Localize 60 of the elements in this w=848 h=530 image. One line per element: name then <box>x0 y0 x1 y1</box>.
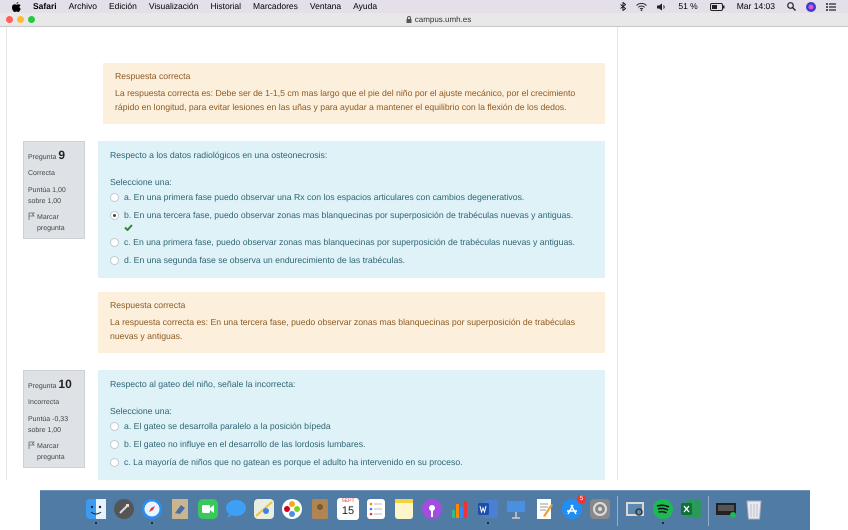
select-instruction: Seleccione una: <box>110 405 173 418</box>
radio-button[interactable] <box>110 256 119 265</box>
word-document-app-icon[interactable] <box>477 498 499 520</box>
notepad-app-icon[interactable] <box>393 498 415 520</box>
bluetooth-icon[interactable] <box>620 2 626 11</box>
video-camera-app-icon[interactable] <box>197 498 219 520</box>
menu-item[interactable]: Ayuda <box>353 0 378 13</box>
radio-button[interactable] <box>110 422 119 431</box>
option-text: d. En una segunda fase se observa un endurecimiento de las trabéculas. <box>124 254 406 267</box>
flag-icon[interactable] <box>28 212 35 220</box>
menu-item[interactable]: Archivo <box>68 0 97 13</box>
lock-icon <box>406 16 412 23</box>
app-store-icon[interactable] <box>561 498 583 520</box>
question-prompt: Respecto al gateo del niño, señale la incorrecta: <box>110 378 296 391</box>
option-text: b. El gateo no influye en el desarrollo de las lordosis lumbares. <box>124 438 366 451</box>
menu-item[interactable]: Ventana <box>310 0 342 13</box>
sound-waves-app-icon[interactable] <box>652 498 674 520</box>
radio-button[interactable] <box>110 193 119 202</box>
question-number: 10 <box>58 376 72 393</box>
compass-app-icon[interactable] <box>141 498 163 520</box>
question-prompt: Respecto a los datos radiológicos en una osteonecrosis: <box>110 149 328 162</box>
feedback-text: La respuesta correcta es: Debe ser de 1-1,5 cm mas largo que el pie del niño por el ajuste mecánico, por el crecimiento rápido en longitud, para evitar lesiones en las uñas y para ayudar a mantener el equilibrio con la flexión de los dedos. <box>115 87 576 114</box>
feedback-text: La respuesta correcta es: En una tercera fase, puedo observar zonas mas blanquecinas por superposición de trabéculas nuevas y antiguas. <box>110 316 576 343</box>
apple-logo-icon[interactable] <box>12 2 21 12</box>
close-button[interactable] <box>6 16 13 23</box>
spreadsheet-app-icon[interactable] <box>680 498 702 520</box>
menu-item[interactable]: Edición <box>108 0 137 13</box>
menu-title[interactable]: Safari <box>33 0 57 13</box>
siri-icon[interactable] <box>806 2 816 12</box>
question-number: 9 <box>58 147 66 164</box>
option-text: c. La mayoría de niños que no gatean es porque el adulto ha intervenido en su proceso. <box>124 456 463 469</box>
option-text: a. El gateo se desarrolla paralelo a la posición bípeda <box>124 420 331 433</box>
radio-button[interactable] <box>110 458 119 467</box>
option-text: b. En una tercera fase, puedo observar zonas mas blanquecinas por superposición de trabéculas nuevas y antiguas. <box>124 209 574 222</box>
option-text: c. En una primera fase, puedo observar zonas mas blanquecinas por superposición de trabéculas nuevas y antiguas. <box>124 236 576 249</box>
feedback-title: Respuesta correcta <box>110 299 186 311</box>
battery-percent: 51 % <box>678 0 698 13</box>
flag-icon[interactable] <box>28 440 35 448</box>
calendar-day: 15 <box>342 504 354 516</box>
radio-button[interactable] <box>110 238 119 247</box>
podcast-app-icon[interactable] <box>421 498 443 520</box>
search-icon[interactable] <box>787 2 796 11</box>
radio-button[interactable] <box>110 440 119 449</box>
list-icon[interactable] <box>826 2 836 10</box>
flower-app-icon[interactable] <box>281 498 303 520</box>
face-app-icon[interactable] <box>85 498 107 520</box>
checklist-app-icon[interactable] <box>365 498 387 520</box>
map-app-icon[interactable] <box>253 498 275 520</box>
feedback-title: Respuesta correcta <box>115 70 192 82</box>
select-instruction: Seleccione una: <box>110 176 173 189</box>
option-text: a. En una primera fase puedo observar una Rx con los espacios articulares con cambios degenerativos. <box>124 191 524 204</box>
menu-clock[interactable]: Mar 14:03 <box>736 0 775 13</box>
address-field[interactable]: campus.umh.es <box>414 14 472 26</box>
wifi-icon[interactable] <box>636 2 648 10</box>
speaker-icon[interactable] <box>657 2 666 10</box>
radio-button[interactable] <box>110 211 119 220</box>
menu-item[interactable]: Visualización <box>148 0 198 13</box>
menu-item[interactable]: Historial <box>210 0 242 13</box>
battery-icon[interactable] <box>710 2 725 10</box>
menu-item[interactable]: Marcadores <box>253 0 298 13</box>
